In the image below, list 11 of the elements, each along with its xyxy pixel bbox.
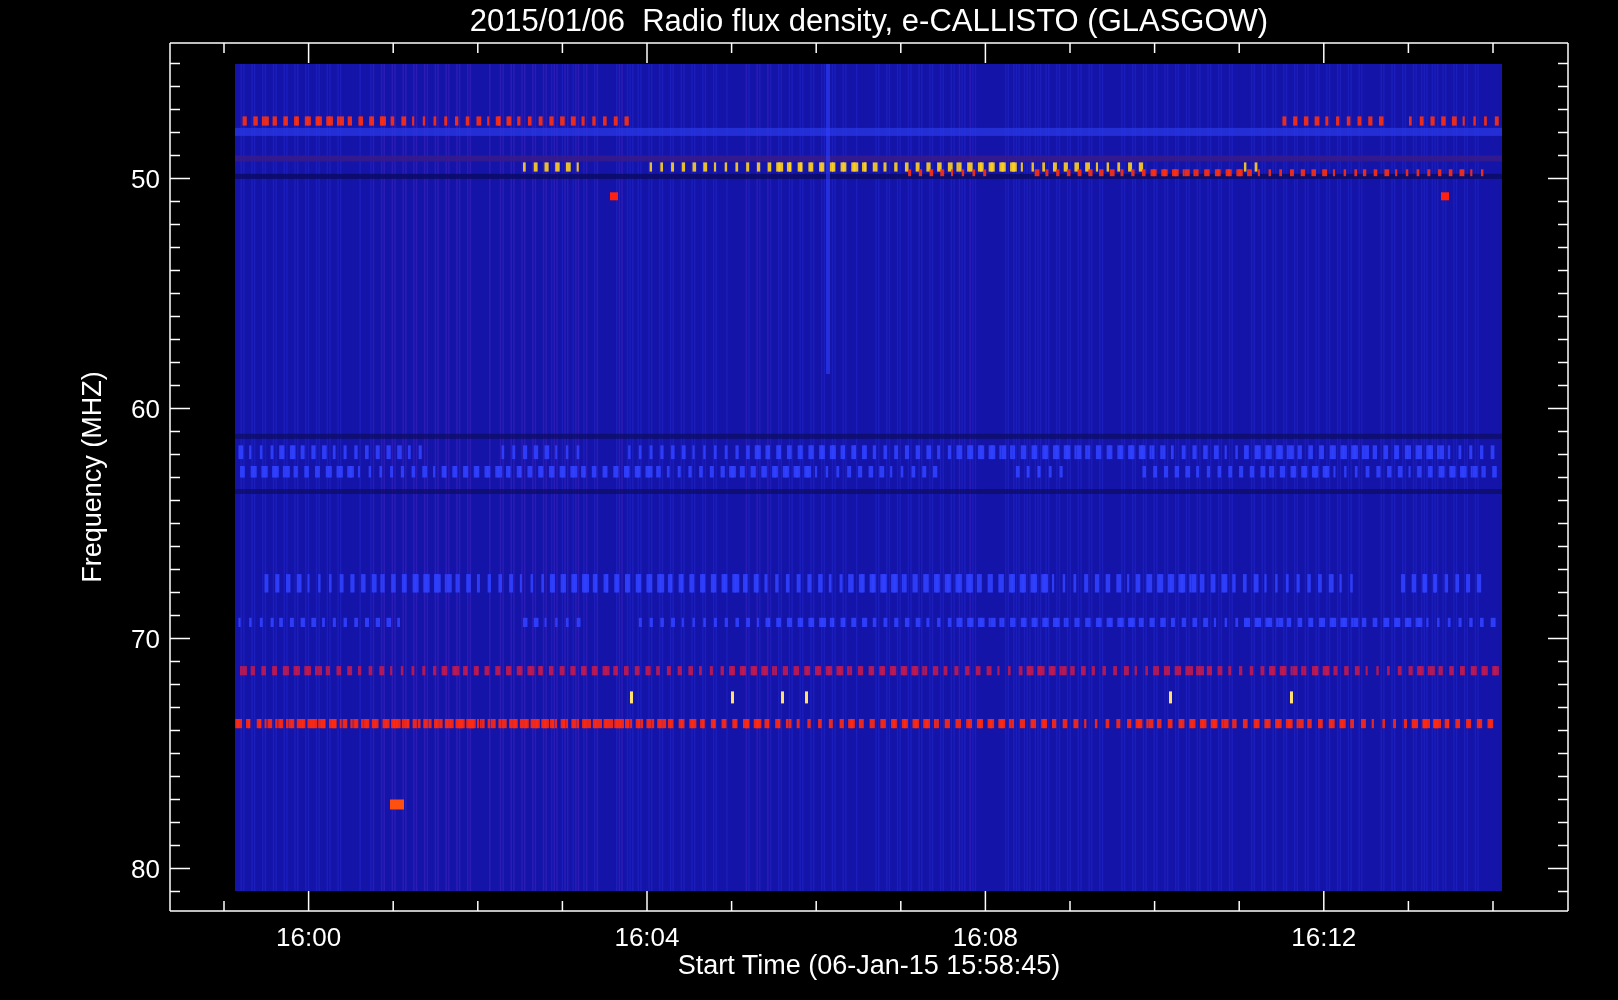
axis-title: Start Time (06-Jan-15 15:58:45) (677, 950, 1061, 980)
tick-label: 80 (131, 853, 160, 884)
chart-title: 2015/01/06 Radio flux density, e-CALLISTO (GLASGOW) (469, 3, 1269, 38)
tick-label: 16:12 (1291, 922, 1357, 952)
tick-label: 60 (131, 393, 160, 424)
tick-label: 70 (131, 623, 160, 654)
tick-label: 16:08 (952, 922, 1018, 952)
tick-label: 50 (131, 163, 160, 194)
tick-label: 16:00 (276, 922, 342, 952)
tick-label: 16:04 (614, 922, 680, 952)
axis-title: Frequency (MHZ) (77, 371, 107, 583)
